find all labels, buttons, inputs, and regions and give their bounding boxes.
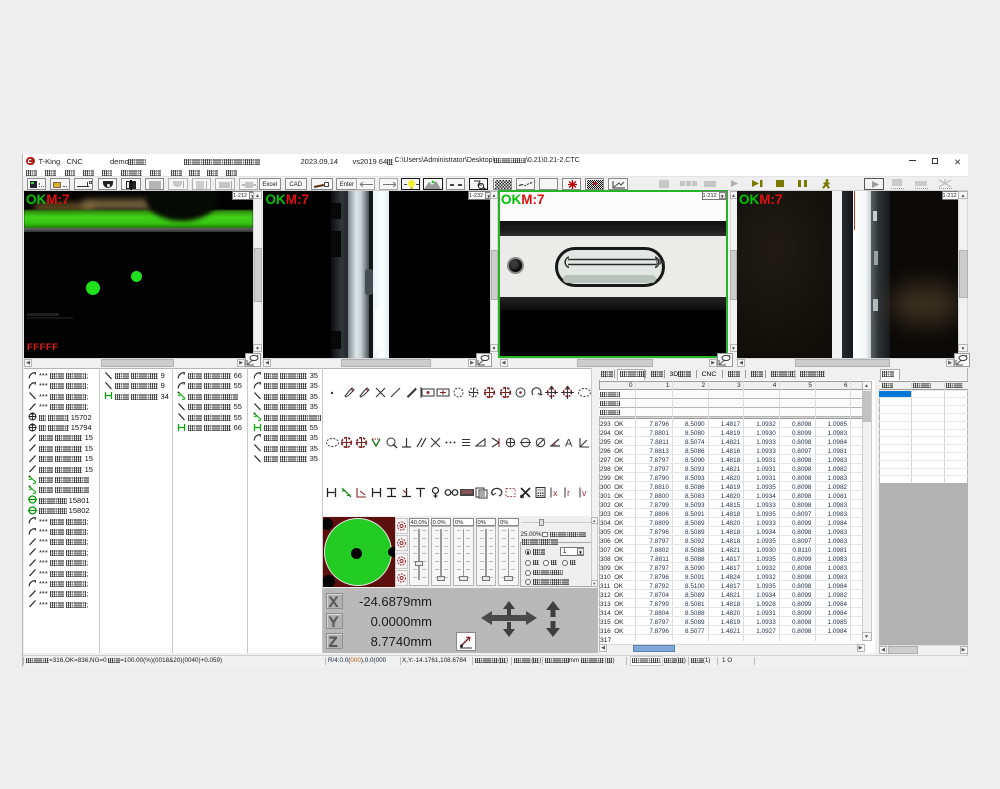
svg-text:A: A xyxy=(565,438,573,450)
svg-text:x: x xyxy=(553,488,558,498)
svg-text:v: v xyxy=(582,488,587,498)
svg-text:Z: Z xyxy=(329,635,337,650)
svg-text:X: X xyxy=(329,595,338,610)
svg-text:r: r xyxy=(567,488,570,498)
svg-text:Y: Y xyxy=(329,615,338,630)
